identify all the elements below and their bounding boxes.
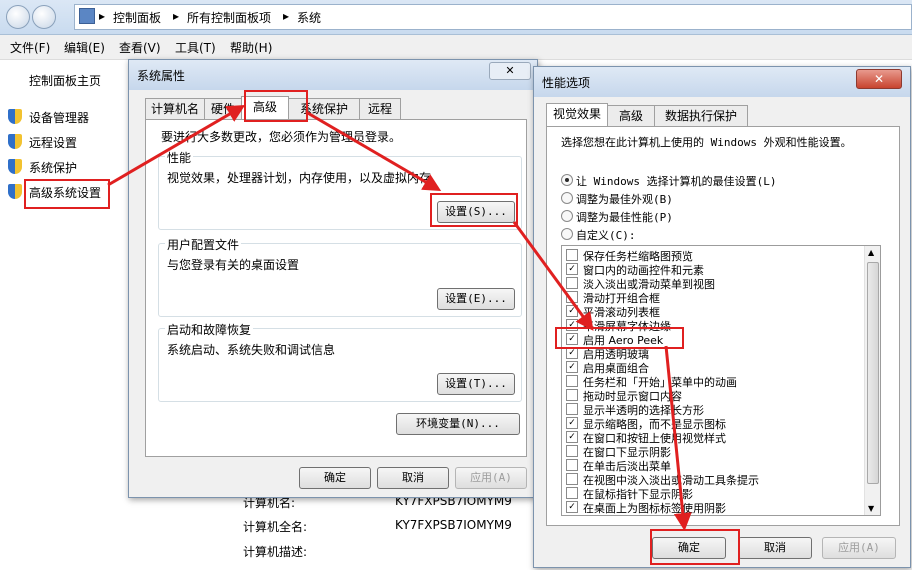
arrow-3 bbox=[512, 221, 594, 331]
arrow-1 bbox=[107, 104, 246, 187]
annotation-arrows bbox=[107, 104, 692, 531]
arrow-4 bbox=[664, 345, 692, 531]
arrow-2 bbox=[305, 110, 442, 192]
